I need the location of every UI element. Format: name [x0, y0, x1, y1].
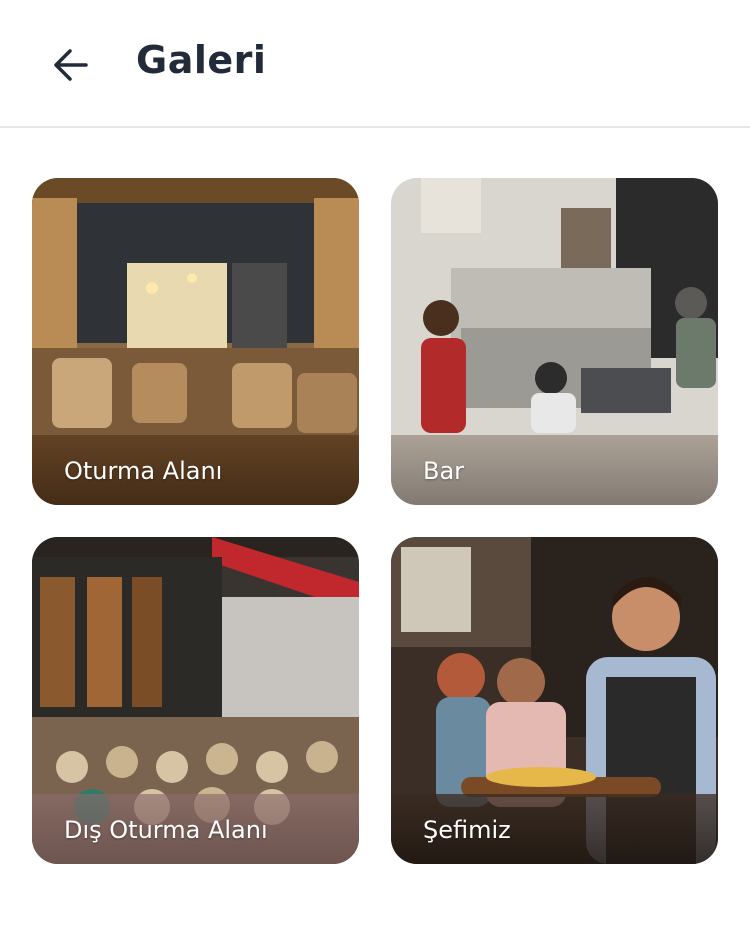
gallery-card-our-chef[interactable]: Şefimiz: [391, 537, 718, 864]
gallery-card-label: Bar: [423, 457, 465, 485]
app-header: Galeri: [0, 0, 750, 128]
gallery-card-label: Oturma Alanı: [64, 457, 223, 485]
gallery-card-label: Dış Oturma Alanı: [64, 816, 268, 844]
gallery-card-seating-area[interactable]: Oturma Alanı: [32, 178, 359, 505]
arrow-left-icon: [54, 49, 88, 81]
gallery-card-outdoor-seating[interactable]: Dış Oturma Alanı: [32, 537, 359, 864]
page-title: Galeri: [136, 38, 267, 82]
back-button[interactable]: [50, 44, 92, 86]
gallery-card-bar[interactable]: Bar: [391, 178, 718, 505]
gallery-card-label: Şefimiz: [423, 816, 511, 844]
